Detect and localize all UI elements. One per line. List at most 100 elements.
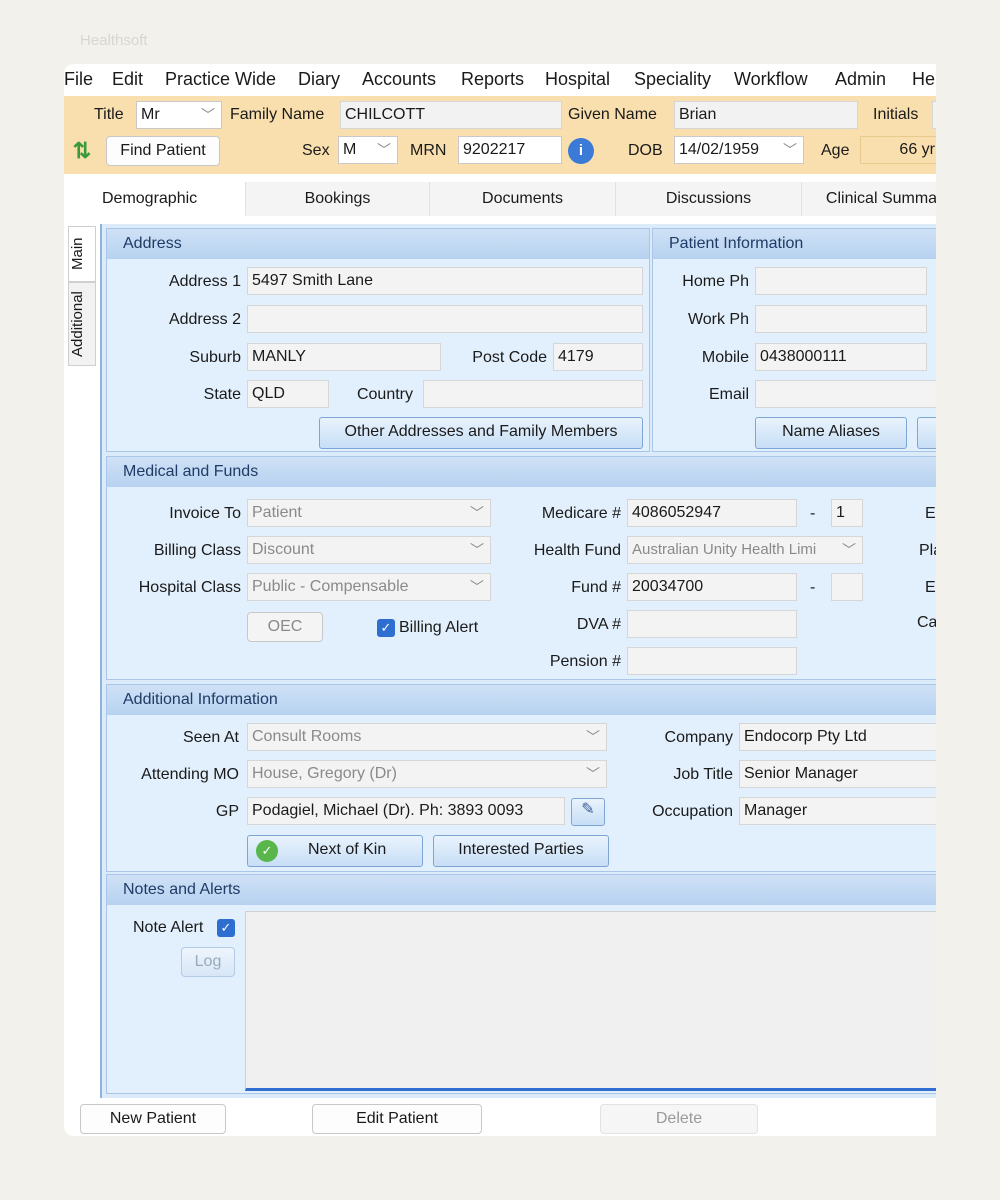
menu-practice-wide[interactable]: Practice Wide: [165, 69, 276, 90]
menu-workflow[interactable]: Workflow: [734, 69, 808, 90]
menu-edit[interactable]: Edit: [112, 69, 143, 90]
edit-patient-button[interactable]: Edit Patient: [312, 1104, 482, 1134]
dob-picker[interactable]: 14/02/1959 ﹀: [674, 136, 804, 164]
menu-reports[interactable]: Reports: [461, 69, 524, 90]
tab-clinical-summary[interactable]: Clinical Summa: [802, 182, 936, 216]
state-input[interactable]: QLD: [247, 380, 329, 408]
log-button[interactable]: Log: [181, 947, 235, 977]
chevron-down-icon: ﹀: [783, 142, 797, 158]
attending-mo-value: House, Gregory (Dr): [252, 765, 397, 782]
occupation-input[interactable]: Manager: [739, 797, 936, 825]
sex-select[interactable]: M ﹀: [338, 136, 398, 164]
oec-button[interactable]: OEC: [247, 612, 323, 642]
address2-input[interactable]: [247, 305, 643, 333]
title-select[interactable]: Mr ﹀: [136, 101, 222, 129]
side-tab-additional[interactable]: Additional: [68, 282, 96, 366]
menu-help[interactable]: He: [912, 69, 935, 90]
job-title-label: Job Title: [673, 766, 733, 783]
tab-documents[interactable]: Documents: [430, 182, 616, 216]
address1-input[interactable]: 5497 Smith Lane: [247, 267, 643, 295]
gp-label: GP: [215, 803, 239, 820]
side-tab-main[interactable]: Main: [68, 226, 96, 282]
menu-diary[interactable]: Diary: [298, 69, 340, 90]
company-label: Company: [664, 729, 733, 746]
attending-mo-select[interactable]: House, Gregory (Dr) ﹀: [247, 760, 607, 788]
chevron-down-icon: ﹀: [201, 107, 215, 123]
billing-alert-label: Billing Alert: [399, 619, 479, 636]
fund-number-input[interactable]: 20034700: [627, 573, 797, 601]
extra-info-button[interactable]: [917, 417, 936, 449]
seen-at-label: Seen At: [182, 729, 239, 746]
tab-demographic[interactable]: Demographic: [64, 182, 246, 216]
address-section-title: Address: [107, 229, 649, 259]
medical-funds-section: Medical and Funds Invoice To Patient ﹀ Bi…: [106, 456, 936, 680]
hospital-class-value: Public - Compensable: [252, 578, 409, 595]
work-phone-input[interactable]: [755, 305, 927, 333]
suburb-label: Suburb: [189, 349, 241, 366]
menu-accounts[interactable]: Accounts: [362, 69, 436, 90]
refresh-icon[interactable]: ⇅: [68, 138, 96, 164]
interested-parties-button[interactable]: Interested Parties: [433, 835, 609, 867]
menu-admin[interactable]: Admin: [835, 69, 886, 90]
seen-at-select[interactable]: Consult Rooms ﹀: [247, 723, 607, 751]
postcode-input[interactable]: 4179: [553, 343, 643, 371]
address-section: Address Address 1 5497 Smith Lane Addres…: [106, 228, 650, 452]
mrn-input[interactable]: 9202217: [458, 136, 562, 164]
invoice-to-select[interactable]: Patient ﹀: [247, 499, 491, 527]
medicare-label: Medicare #: [541, 505, 621, 522]
gp-input[interactable]: Podagiel, Michael (Dr). Ph: 3893 0093: [247, 797, 565, 825]
patient-header: Title Mr ﹀ Family Name CHILCOTT Given Nam…: [64, 96, 936, 174]
patient-information-section: Patient Information Home Ph Work Ph Mobi…: [652, 228, 936, 452]
dva-input[interactable]: [627, 610, 797, 638]
delete-button[interactable]: Delete: [600, 1104, 758, 1134]
medicare-input[interactable]: 4086052947: [627, 499, 797, 527]
find-patient-button[interactable]: Find Patient: [106, 136, 220, 166]
invoice-to-label: Invoice To: [169, 505, 241, 522]
notes-textarea[interactable]: [245, 911, 936, 1091]
additional-information-section: Additional Information Seen At Consult R…: [106, 684, 936, 872]
menu-speciality[interactable]: Speciality: [634, 69, 711, 90]
sex-value: M: [343, 141, 357, 158]
occupation-label: Occupation: [652, 803, 733, 820]
home-phone-input[interactable]: [755, 267, 927, 295]
delete-label: Delete: [655, 1110, 703, 1127]
hospital-class-select[interactable]: Public - Compensable ﹀: [247, 573, 491, 601]
name-aliases-button[interactable]: Name Aliases: [755, 417, 907, 449]
medicare-dash: -: [810, 505, 816, 522]
health-fund-select[interactable]: Australian Unity Health Limi ﹀: [627, 536, 863, 564]
family-name-input[interactable]: CHILCOTT: [340, 101, 562, 129]
patient-information-title: Patient Information: [653, 229, 936, 259]
tab-bookings[interactable]: Bookings: [246, 182, 430, 216]
fund-suffix-input[interactable]: [831, 573, 863, 601]
medicare-irn-input[interactable]: 1: [831, 499, 863, 527]
edit-patient-label: Edit Patient: [356, 1110, 438, 1127]
info-icon[interactable]: i: [568, 138, 594, 164]
job-title-input[interactable]: Senior Manager: [739, 760, 936, 788]
address2-label: Address 2: [168, 311, 241, 328]
new-patient-button[interactable]: New Patient: [80, 1104, 226, 1134]
menu-bar: File Edit Practice Wide Diary Accounts R…: [64, 64, 936, 96]
next-of-kin-button[interactable]: ✓ Next of Kin: [247, 835, 423, 867]
pension-input[interactable]: [627, 647, 797, 675]
menu-file[interactable]: File: [64, 69, 93, 90]
fund-number-label: Fund #: [571, 579, 621, 596]
suburb-input[interactable]: MANLY: [247, 343, 441, 371]
company-input[interactable]: Endocorp Pty Ltd: [739, 723, 936, 751]
given-name-input[interactable]: Brian: [674, 101, 858, 129]
menu-hospital[interactable]: Hospital: [545, 69, 610, 90]
initials-input[interactable]: [932, 101, 936, 129]
app-window: File Edit Practice Wide Diary Accounts R…: [64, 64, 936, 1136]
additional-information-title: Additional Information: [107, 685, 936, 715]
title-value: Mr: [141, 106, 160, 123]
work-phone-label: Work Ph: [687, 311, 749, 328]
other-addresses-button[interactable]: Other Addresses and Family Members: [319, 417, 643, 449]
email-input[interactable]: [755, 380, 936, 408]
edit-gp-icon[interactable]: ✎: [571, 798, 605, 826]
country-input[interactable]: [423, 380, 643, 408]
mobile-input[interactable]: 0438000111: [755, 343, 927, 371]
expiry-label: Ex: [925, 505, 936, 522]
note-alert-checkbox[interactable]: ✓: [217, 919, 235, 937]
tab-discussions[interactable]: Discussions: [616, 182, 802, 216]
billing-alert-checkbox[interactable]: ✓: [377, 619, 395, 637]
billing-class-select[interactable]: Discount ﹀: [247, 536, 491, 564]
